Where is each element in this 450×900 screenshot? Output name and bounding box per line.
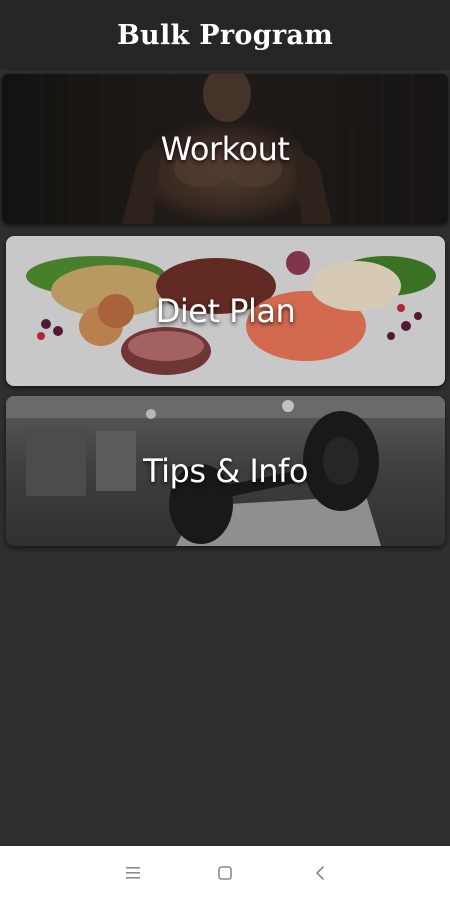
app-title: Bulk Program xyxy=(116,19,334,51)
system-navigation-bar xyxy=(0,846,450,900)
workout-card[interactable]: Workout xyxy=(2,74,448,224)
diet-plan-card[interactable]: Diet Plan xyxy=(6,236,445,386)
app-bar: Bulk Program xyxy=(0,0,450,70)
recent-apps-button[interactable] xyxy=(103,846,163,900)
chevron-left-icon xyxy=(316,866,324,880)
diet-plan-label: Diet Plan xyxy=(155,292,296,330)
workout-label: Workout xyxy=(160,130,290,168)
back-button[interactable] xyxy=(290,846,350,900)
tips-info-label: Tips & Info xyxy=(143,452,308,490)
menu-list: Workout Diet Plan Tips & Info xyxy=(0,70,450,846)
home-button[interactable] xyxy=(195,846,255,900)
tips-info-card[interactable]: Tips & Info xyxy=(6,396,445,546)
menu-lines-icon xyxy=(126,867,140,879)
square-home-icon xyxy=(218,866,232,880)
